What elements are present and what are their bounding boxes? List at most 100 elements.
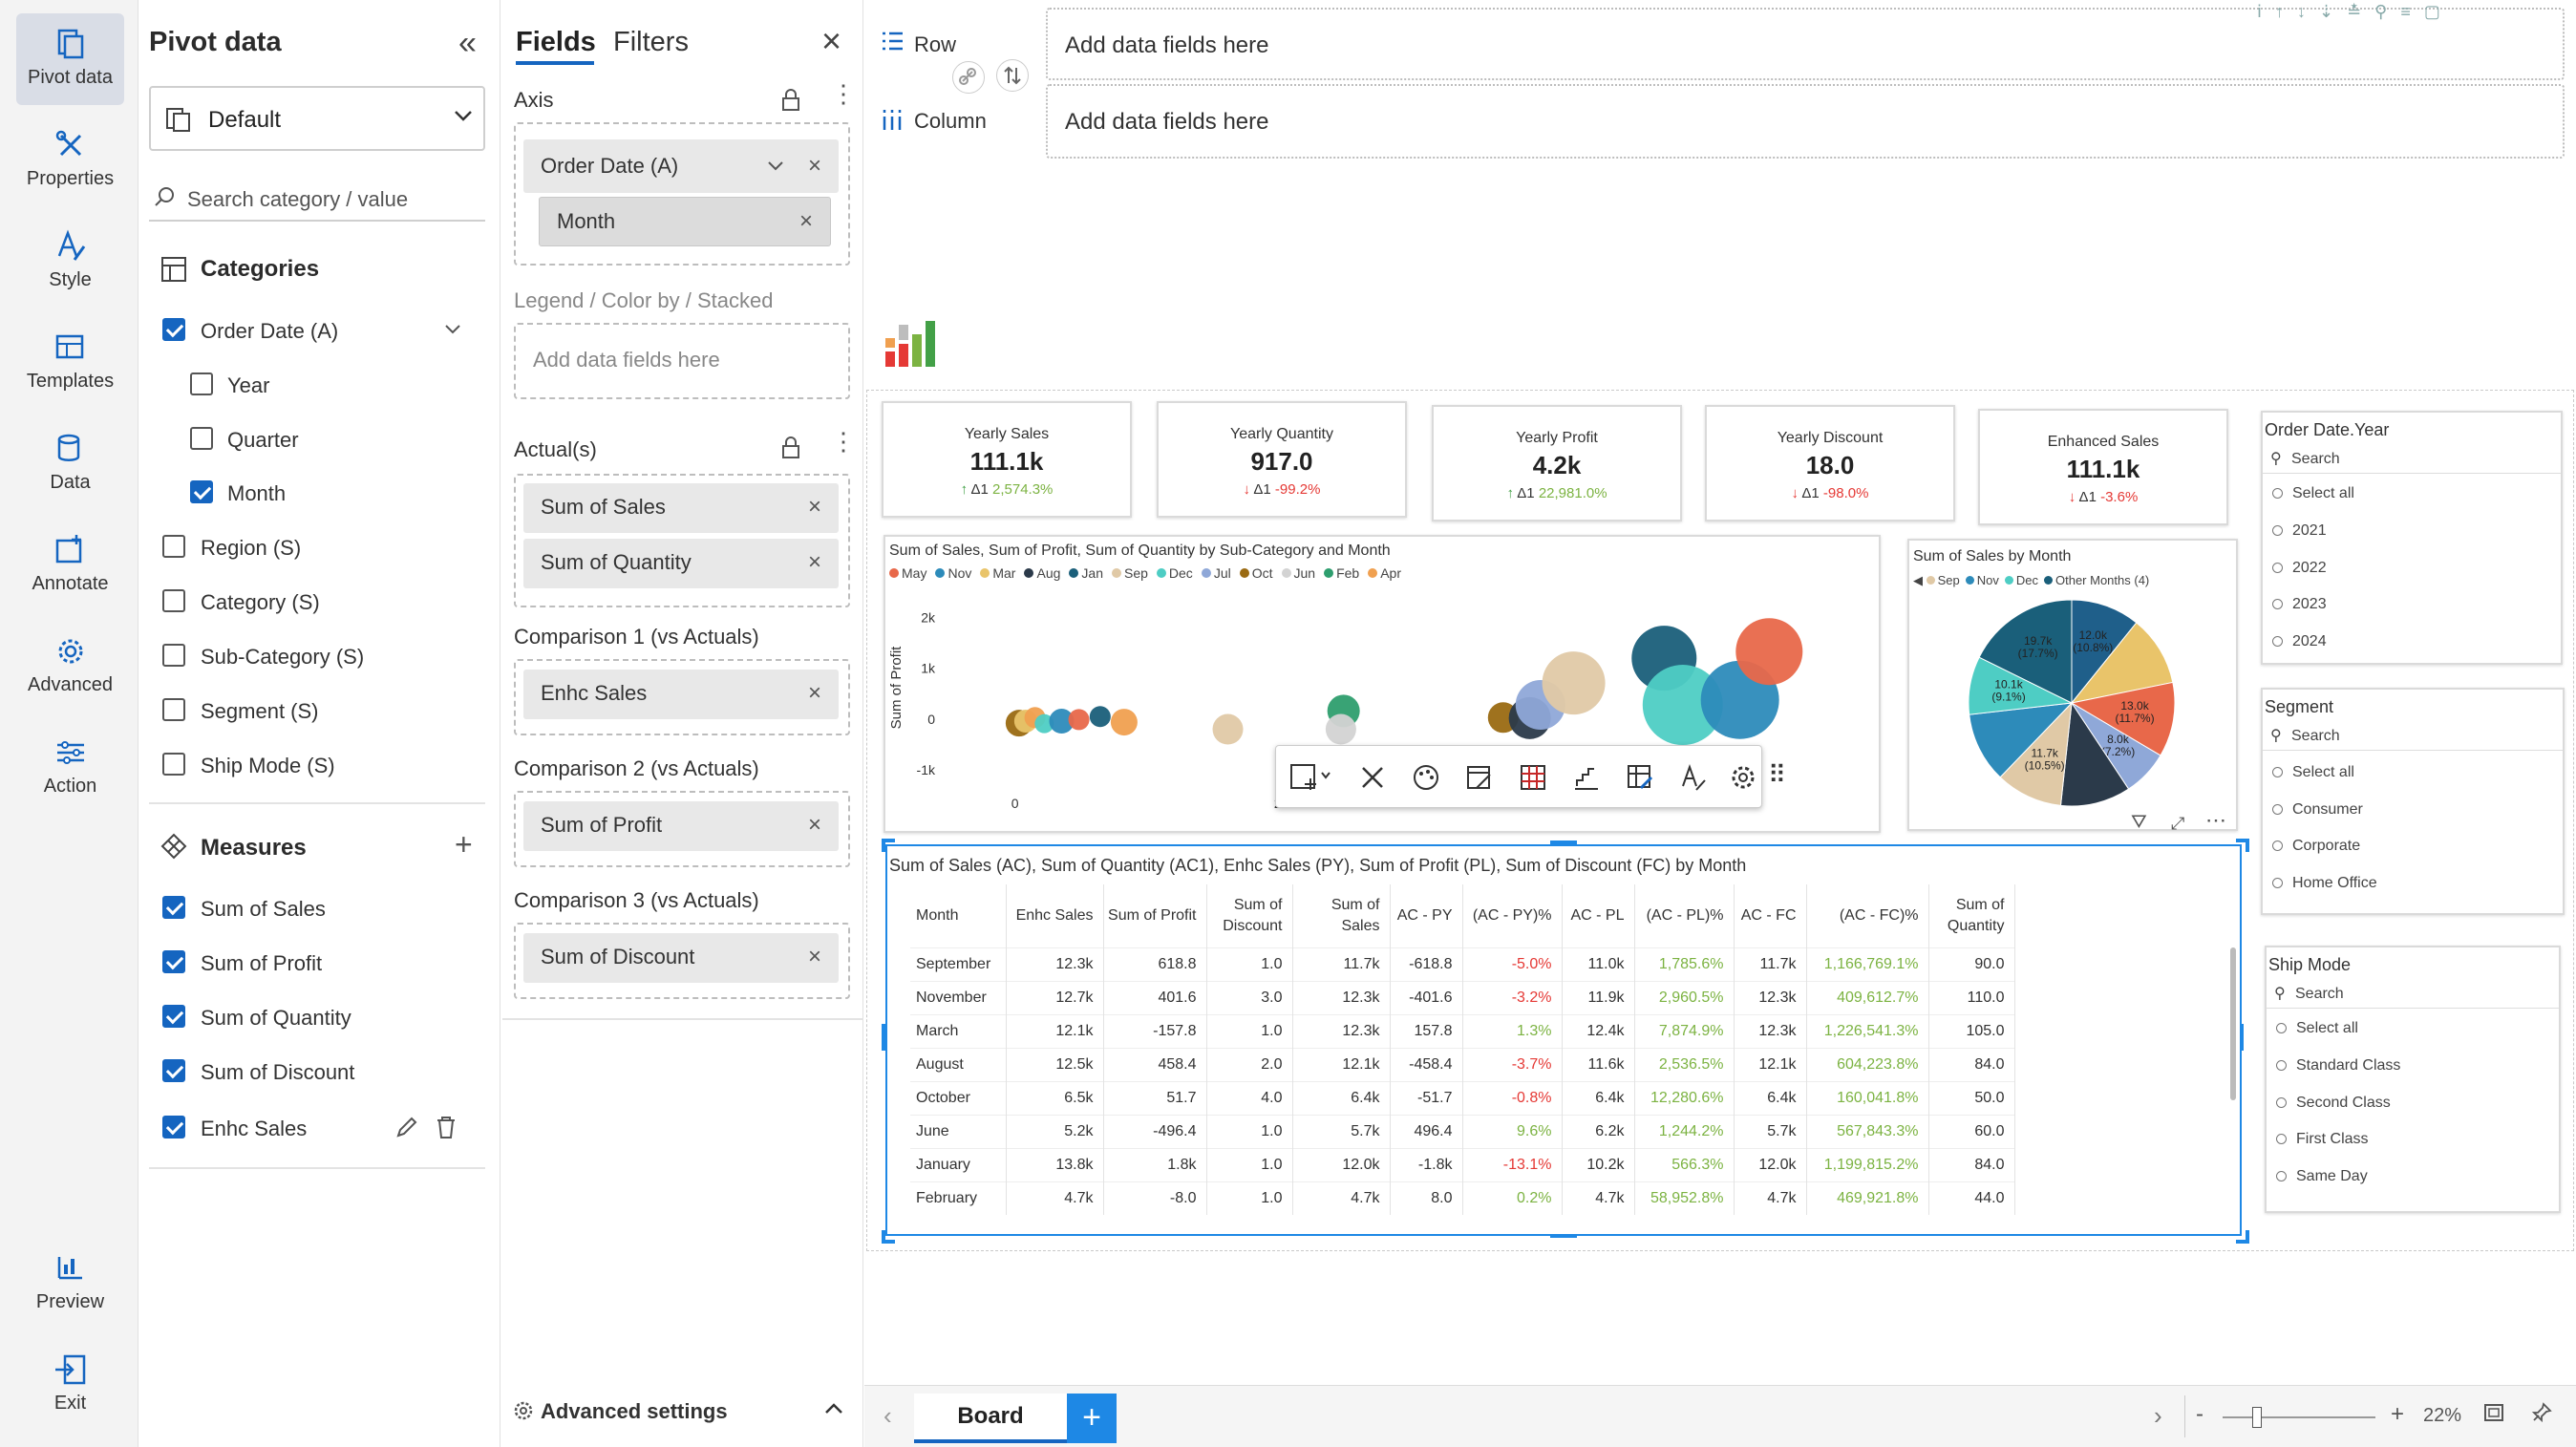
rail-templates[interactable]: Templates <box>16 317 124 409</box>
category-checkbox[interactable] <box>162 698 185 721</box>
close-icon[interactable]: × <box>808 539 821 586</box>
axis-sub-pill[interactable]: Month × <box>539 197 831 246</box>
rail-style[interactable]: Style <box>16 216 124 308</box>
legend-drop-zone[interactable]: Add data fields here <box>514 323 850 399</box>
resize-handle[interactable] <box>1550 841 1577 844</box>
filter-icon[interactable]: ⛛ <box>2131 812 2147 834</box>
table-row[interactable]: March 12.1k -157.8 1.0 12.3k 157.8 1.3% 12.4k 7,… <box>910 1013 2015 1048</box>
actual-pill[interactable]: Sum of Sales × <box>523 483 839 533</box>
slicer-item[interactable]: Home Office <box>2272 875 2377 892</box>
kpi-card[interactable]: Yearly Profit 4.2k ↑ Δ1 22,981.0% <box>1432 405 1682 521</box>
table-edit-icon[interactable] <box>1626 763 1654 792</box>
rail-pivot-data[interactable]: Pivot data <box>16 13 124 105</box>
column-header[interactable]: Enhc Sales <box>1006 884 1104 947</box>
scatter-point[interactable] <box>1068 709 1090 731</box>
slicer-search[interactable]: ⚲ Search <box>2263 445 2561 474</box>
slicer-item[interactable]: Select all <box>2272 764 2354 781</box>
dataset-select[interactable]: Default <box>149 86 485 151</box>
scatter-point[interactable] <box>1212 713 1244 745</box>
kpi-card[interactable]: Enhanced Sales 111.1k ↓ Δ1 -3.6% <box>1978 409 2228 525</box>
column-header[interactable]: Month <box>910 884 1007 947</box>
scatter-point[interactable] <box>1325 713 1356 745</box>
slicer-item[interactable]: Second Class <box>2276 1095 2391 1112</box>
category-checkbox[interactable] <box>162 753 185 776</box>
palette-icon[interactable] <box>1412 763 1440 792</box>
column-header[interactable]: AC - FC <box>1734 884 1807 947</box>
scatter-point[interactable] <box>1542 651 1606 715</box>
measure-checkbox[interactable] <box>162 1116 185 1138</box>
column-drop-zone[interactable]: Add data fields here <box>1046 84 2565 159</box>
slicer-item[interactable]: First Class <box>2276 1131 2369 1148</box>
add-visual-icon[interactable] <box>1289 763 1331 792</box>
comparison1-pill[interactable]: Enhc Sales × <box>523 670 839 719</box>
style-icon[interactable] <box>1679 763 1708 792</box>
slicer-search[interactable]: ⚲ Search <box>2263 722 2563 751</box>
slicer-item[interactable]: Same Day <box>2276 1168 2368 1185</box>
chevron-left-icon[interactable]: ‹ <box>884 1401 892 1431</box>
table-row[interactable]: February 4.7k -8.0 1.0 4.7k 8.0 0.2% 4.7k 58,952… <box>910 1181 2015 1215</box>
column-header[interactable]: Sum of Sales <box>1292 884 1391 947</box>
measure-checkbox[interactable] <box>162 896 185 919</box>
category-checkbox[interactable] <box>162 644 185 667</box>
rail-properties[interactable]: Properties <box>16 115 124 206</box>
rail-advanced[interactable]: Advanced <box>16 621 124 713</box>
axis-field-pill[interactable]: Order Date (A) × <box>523 139 839 193</box>
table-row[interactable]: November 12.7k 401.6 3.0 12.3k -401.6 -3.2% 11.… <box>910 980 2015 1014</box>
slicer-item[interactable]: Select all <box>2272 485 2354 502</box>
waterfall-icon[interactable] <box>1572 763 1601 792</box>
close-icon[interactable]: × <box>799 198 813 245</box>
zoom-slider-thumb[interactable] <box>2252 1407 2262 1428</box>
category-checkbox[interactable] <box>162 589 185 612</box>
edit-icon[interactable] <box>1465 763 1494 792</box>
pin-icon[interactable] <box>2530 1401 2553 1424</box>
legend-prev-icon[interactable]: ◀ <box>1913 573 1927 587</box>
scrollbar[interactable] <box>2230 947 2236 1100</box>
rail-action[interactable]: Action <box>16 722 124 814</box>
slicer-search[interactable]: ⚲ Search <box>2267 980 2559 1009</box>
category-checkbox[interactable] <box>190 480 213 503</box>
expand-icon[interactable]: ⤢ <box>2171 814 2184 834</box>
slicer-ship-mode[interactable]: Ship Mode ⚲ Search Select all Standard C… <box>2265 946 2561 1213</box>
slicer-segment[interactable]: Segment ⚲ Search Select all Consumer Cor… <box>2261 688 2565 915</box>
drag-handle-icon[interactable]: ⠿ <box>1768 760 1786 790</box>
rail-annotate[interactable]: Annotate <box>16 520 124 611</box>
add-measure-button[interactable]: + <box>455 827 473 862</box>
rail-exit[interactable]: Exit <box>16 1339 124 1431</box>
add-tab-button[interactable]: + <box>1067 1394 1117 1443</box>
table-row[interactable]: October 6.5k 51.7 4.0 6.4k -51.7 -0.8% 6.4k 12,2… <box>910 1080 2015 1115</box>
slicer-item[interactable]: 2024 <box>2272 633 2327 650</box>
rail-data[interactable]: Data <box>16 418 124 510</box>
measure-checkbox[interactable] <box>162 1059 185 1082</box>
slicer-item[interactable]: Standard Class <box>2276 1057 2400 1075</box>
resize-handle[interactable] <box>882 1024 885 1051</box>
scatter-point[interactable] <box>1089 706 1111 728</box>
resize-handle[interactable] <box>882 1230 895 1244</box>
resize-handle[interactable] <box>2236 1230 2249 1244</box>
table-row[interactable]: January 13.8k 1.8k 1.0 12.0k -1.8k -13.1% 10.2k… <box>910 1147 2015 1181</box>
tools-icon[interactable] <box>1358 763 1387 792</box>
column-header[interactable]: (AC - PL)% <box>1634 884 1735 947</box>
measure-checkbox[interactable] <box>162 950 185 973</box>
more-icon[interactable]: ⋮ <box>831 81 856 106</box>
pie-chart-card[interactable]: Sum of Sales by Month ◀ Sep Nov Dec Other M… <box>1907 539 2238 831</box>
chevron-down-icon[interactable] <box>443 321 462 338</box>
category-checkbox[interactable] <box>162 535 185 558</box>
collapse-icon[interactable]: « <box>458 25 477 62</box>
column-header[interactable]: (AC - PY)% <box>1462 884 1563 947</box>
gear-icon[interactable] <box>1729 763 1757 792</box>
category-checkbox[interactable] <box>190 372 213 395</box>
kpi-card[interactable]: Yearly Quantity 917.0 ↓ Δ1 -99.2% <box>1157 401 1407 518</box>
category-checkbox[interactable] <box>190 427 213 450</box>
slicer-item[interactable]: Consumer <box>2272 801 2363 819</box>
actual-pill[interactable]: Sum of Quantity × <box>523 539 839 588</box>
column-header[interactable]: AC - PY <box>1390 884 1463 947</box>
close-icon[interactable]: × <box>808 933 821 981</box>
lock-icon[interactable] <box>779 436 802 460</box>
table-icon[interactable] <box>1519 763 1547 792</box>
category-checkbox[interactable] <box>162 318 185 341</box>
chevron-right-icon[interactable]: › <box>2154 1401 2162 1431</box>
resize-handle[interactable] <box>1550 1234 1577 1238</box>
slicer-item[interactable]: 2023 <box>2272 596 2327 613</box>
tab-board[interactable]: Board <box>914 1394 1067 1443</box>
swap-icon[interactable] <box>996 59 1029 92</box>
